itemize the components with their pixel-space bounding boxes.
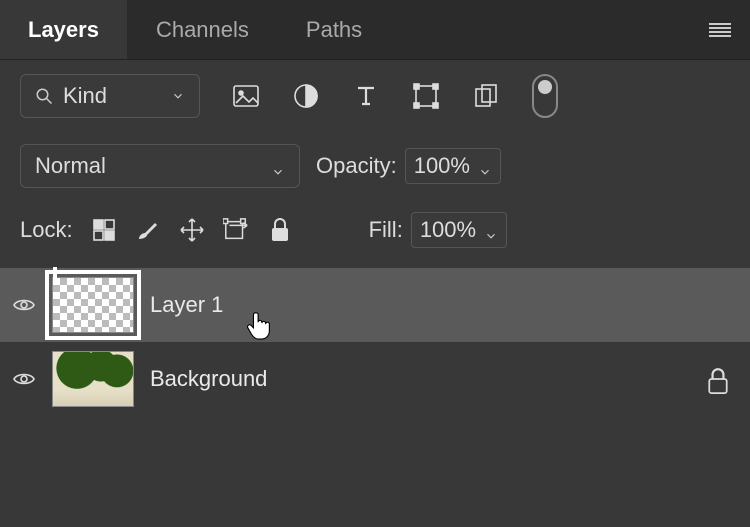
- filter-type-icon[interactable]: [352, 82, 380, 110]
- fill-control: Fill: 100%: [369, 212, 508, 248]
- tab-channels-label: Channels: [156, 17, 249, 43]
- fill-value: 100%: [420, 217, 476, 243]
- visibility-eye-icon[interactable]: [12, 293, 36, 317]
- opacity-label: Opacity:: [316, 153, 397, 179]
- lock-move-icon[interactable]: [179, 217, 205, 243]
- chevron-down-icon: [478, 159, 492, 173]
- lock-icon: [706, 367, 730, 391]
- chevron-down-icon: [171, 89, 185, 103]
- layer-row[interactable]: Background: [0, 342, 750, 416]
- layer-list: Layer 1 Background: [0, 268, 750, 416]
- layer-name-label[interactable]: Background: [150, 366, 690, 392]
- filter-icons: [232, 74, 558, 118]
- layer-thumbnail[interactable]: [52, 277, 134, 333]
- opacity-control: Opacity: 100%: [316, 148, 501, 184]
- fill-value-box[interactable]: 100%: [411, 212, 507, 248]
- lock-all-icon[interactable]: [267, 217, 293, 243]
- search-icon: [35, 87, 53, 105]
- filter-shape-icon[interactable]: [412, 82, 440, 110]
- chevron-down-icon: [271, 159, 285, 173]
- layer-thumbnail[interactable]: [52, 351, 134, 407]
- filter-kind-dropdown[interactable]: Kind: [20, 74, 200, 118]
- fill-label: Fill:: [369, 217, 403, 243]
- filter-smartobject-icon[interactable]: [472, 82, 500, 110]
- menu-icon: [709, 23, 731, 37]
- blend-mode-value: Normal: [35, 153, 106, 179]
- panel-tabbar: Layers Channels Paths: [0, 0, 750, 60]
- lock-artboard-icon[interactable]: [223, 217, 249, 243]
- filter-pixel-icon[interactable]: [232, 82, 260, 110]
- chevron-down-icon: [484, 223, 498, 237]
- opacity-value-box[interactable]: 100%: [405, 148, 501, 184]
- layer-row[interactable]: Layer 1: [0, 268, 750, 342]
- filter-adjustment-icon[interactable]: [292, 82, 320, 110]
- tab-layers[interactable]: Layers: [0, 0, 128, 59]
- tab-layers-label: Layers: [28, 17, 99, 43]
- filter-toggle-pill[interactable]: [532, 74, 558, 118]
- panel-menu-button[interactable]: [690, 0, 750, 59]
- tab-channels[interactable]: Channels: [128, 0, 278, 59]
- visibility-eye-icon[interactable]: [12, 367, 36, 391]
- tab-paths[interactable]: Paths: [278, 0, 391, 59]
- layers-panel: Layers Channels Paths Kind: [0, 0, 750, 527]
- layer-name-label[interactable]: Layer 1: [150, 292, 730, 318]
- lock-row: Lock: Fill: 100%: [0, 200, 750, 260]
- blend-mode-dropdown[interactable]: Normal: [20, 144, 300, 188]
- filter-row: Kind: [0, 60, 750, 132]
- opacity-value: 100%: [414, 153, 470, 179]
- pill-dot: [538, 80, 552, 94]
- blend-row: Normal Opacity: 100%: [0, 132, 750, 200]
- lock-brush-icon[interactable]: [135, 217, 161, 243]
- tab-spacer: [391, 0, 690, 59]
- lock-label: Lock:: [20, 217, 73, 243]
- tab-paths-label: Paths: [306, 17, 362, 43]
- lock-transparent-icon[interactable]: [91, 217, 117, 243]
- filter-kind-label: Kind: [63, 83, 107, 109]
